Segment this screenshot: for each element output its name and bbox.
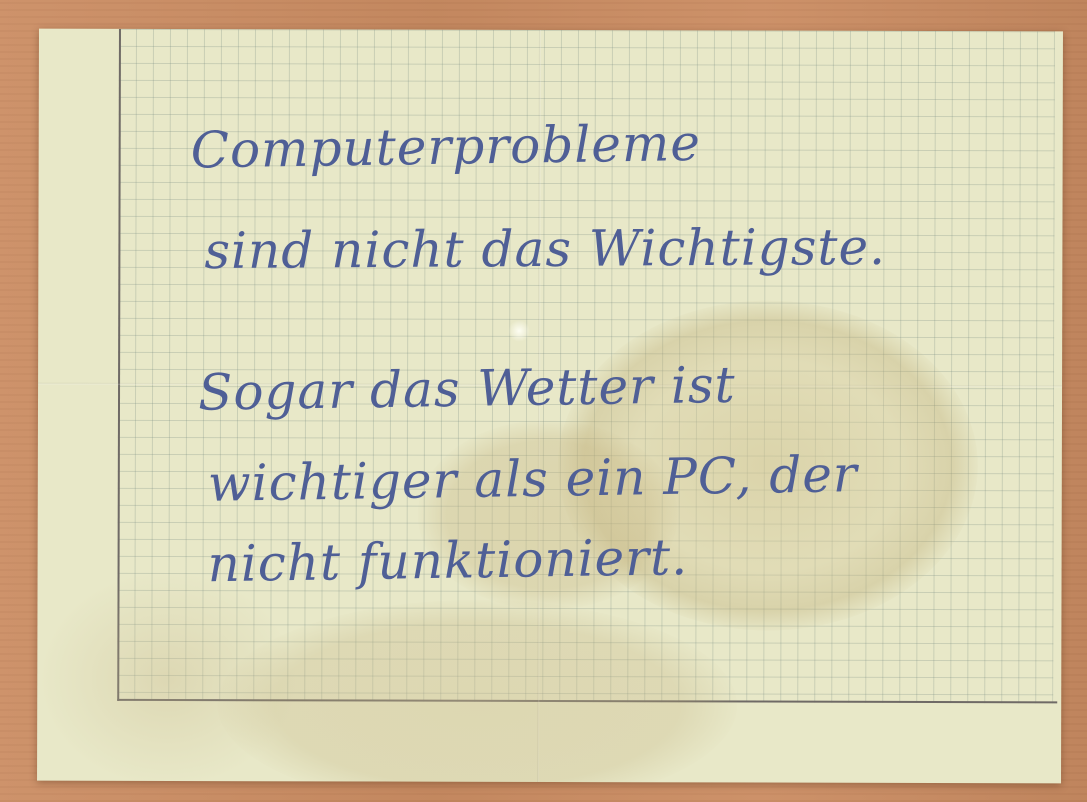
- handwritten-line-4: wichtiger als ein PC, der: [207, 445, 859, 513]
- handwritten-line-2: sind nicht das Wichtigste.: [204, 217, 887, 281]
- photo-scene: Computerprobleme sind nicht das Wichtigs…: [0, 0, 1087, 802]
- handwritten-line-5: nicht funktioniert.: [207, 528, 689, 594]
- light-glint: [508, 319, 531, 342]
- handwritten-line-3: Sogar das Wetter ist: [197, 355, 737, 422]
- handwritten-line-1: Computerprobleme: [190, 113, 702, 180]
- handwritten-note-paper: Computerprobleme sind nicht das Wichtigs…: [37, 28, 1063, 784]
